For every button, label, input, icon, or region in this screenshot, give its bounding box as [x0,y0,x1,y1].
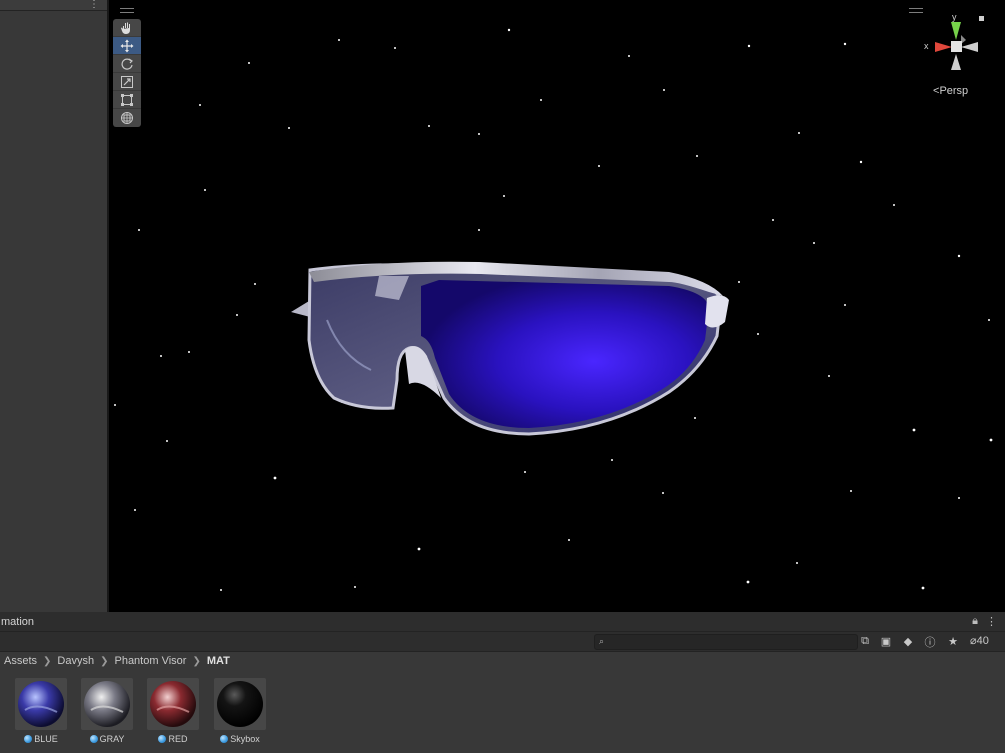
asset-label: Skybox [230,734,260,744]
transform-icon [121,112,133,124]
panel-menu-icon[interactable]: ⋮ [986,615,997,628]
favorite-star-icon[interactable]: ★ [945,634,961,649]
asset-label: BLUE [34,734,58,744]
material-preview [81,678,133,730]
material-asset-icon [220,735,229,743]
hidden-packages-toggle[interactable]: ⌀40 [970,634,989,647]
search-field[interactable]: ⌕ [594,634,858,650]
move-icon [120,39,134,52]
project-tab-bar: mation 🔒︎ ⋮ [0,612,1005,632]
rect-tool-button[interactable] [113,91,141,109]
projection-toggle[interactable]: <Persp [933,85,968,97]
asset-blue-material[interactable]: BLUE [13,678,69,744]
scene-drag-handle-left[interactable] [120,8,134,13]
starfield-skybox [114,28,993,591]
hand-tool-button[interactable] [113,19,141,37]
hierarchy-panel: ⋮ [0,0,107,612]
breadcrumb-chevron-icon: ❯ [43,655,52,667]
lock-icon[interactable] [979,16,984,21]
breadcrumb-chevron-icon: ❯ [100,655,109,667]
material-asset-icon [89,735,98,743]
rotate-icon [121,58,133,70]
material-preview [147,678,199,730]
asset-label: GRAY [99,734,125,744]
eye-hidden-icon: ⌀ [970,635,977,647]
gizmo-x-axis[interactable] [935,42,952,52]
material-sphere-skybox [217,681,263,727]
breadcrumb: Assets ❯ Davysh ❯ Phantom Visor ❯ MAT [4,652,230,670]
asset-label: RED [168,734,188,744]
material-sphere-blue [18,681,64,727]
breadcrumb-davysh[interactable]: Davysh [57,655,94,667]
gizmo-y-axis[interactable] [951,22,961,40]
breadcrumb-chevron-icon: ❯ [192,655,201,667]
project-toolbar: ⌕ ⧉ ▣ ◆ ⓘ ★ [0,632,1005,652]
breadcrumb-phantom-visor[interactable]: Phantom Visor [114,655,186,667]
material-asset-icon [24,735,33,743]
search-by-type-icon[interactable]: ⧉ [857,634,873,649]
material-preview [214,678,266,730]
hand-icon [121,22,130,34]
filter-by-label-icon[interactable]: ◆ [900,634,916,649]
project-panel: mation 🔒︎ ⋮ ⌕ ⧉ ▣ ◆ ⓘ ★ ⌀40 Assets ❯ Dav… [0,612,1005,753]
material-asset-icon [158,735,167,743]
scale-icon [121,75,133,88]
material-sphere-red [150,681,196,727]
material-sphere-gray [84,681,130,727]
search-input[interactable] [611,635,851,649]
asset-gray-material[interactable]: GRAY [79,678,135,744]
hierarchy-menu-icon[interactable]: ⋮ [89,0,99,10]
filter-by-type-icon[interactable]: ▣ [878,634,894,649]
rect-transform-icon [121,93,133,106]
gizmo-center-cube[interactable] [951,41,962,52]
material-preview [15,678,67,730]
gizmo-x-label: x [924,41,929,51]
transform-toolbar [113,19,141,127]
gizmo-neg-y-axis[interactable] [951,54,961,70]
lock-icon[interactable]: 🔒︎ [972,615,978,628]
rotate-tool-button[interactable] [113,55,141,73]
projection-label: Persp [939,85,969,97]
move-tool-button[interactable] [113,37,141,55]
panel-tab-title[interactable]: mation [1,616,34,628]
asset-skybox-material[interactable]: Skybox [212,678,268,744]
hierarchy-header: ⋮ [0,0,107,11]
issues-icon[interactable]: ⓘ [922,634,938,649]
phantom-visor-model[interactable] [291,261,729,436]
breadcrumb-assets[interactable]: Assets [4,655,37,667]
hidden-count: 40 [976,635,989,647]
transform-tool-button[interactable] [113,109,141,127]
breadcrumb-mat[interactable]: MAT [207,655,230,667]
scene-view[interactable]: y x <Persp [109,0,1005,612]
gizmo-y-label: y [952,12,957,22]
asset-red-material[interactable]: RED [145,678,201,744]
gizmo-neg-x-axis[interactable] [961,42,978,52]
scale-tool-button[interactable] [113,73,141,91]
search-icon: ⌕ [599,636,605,646]
